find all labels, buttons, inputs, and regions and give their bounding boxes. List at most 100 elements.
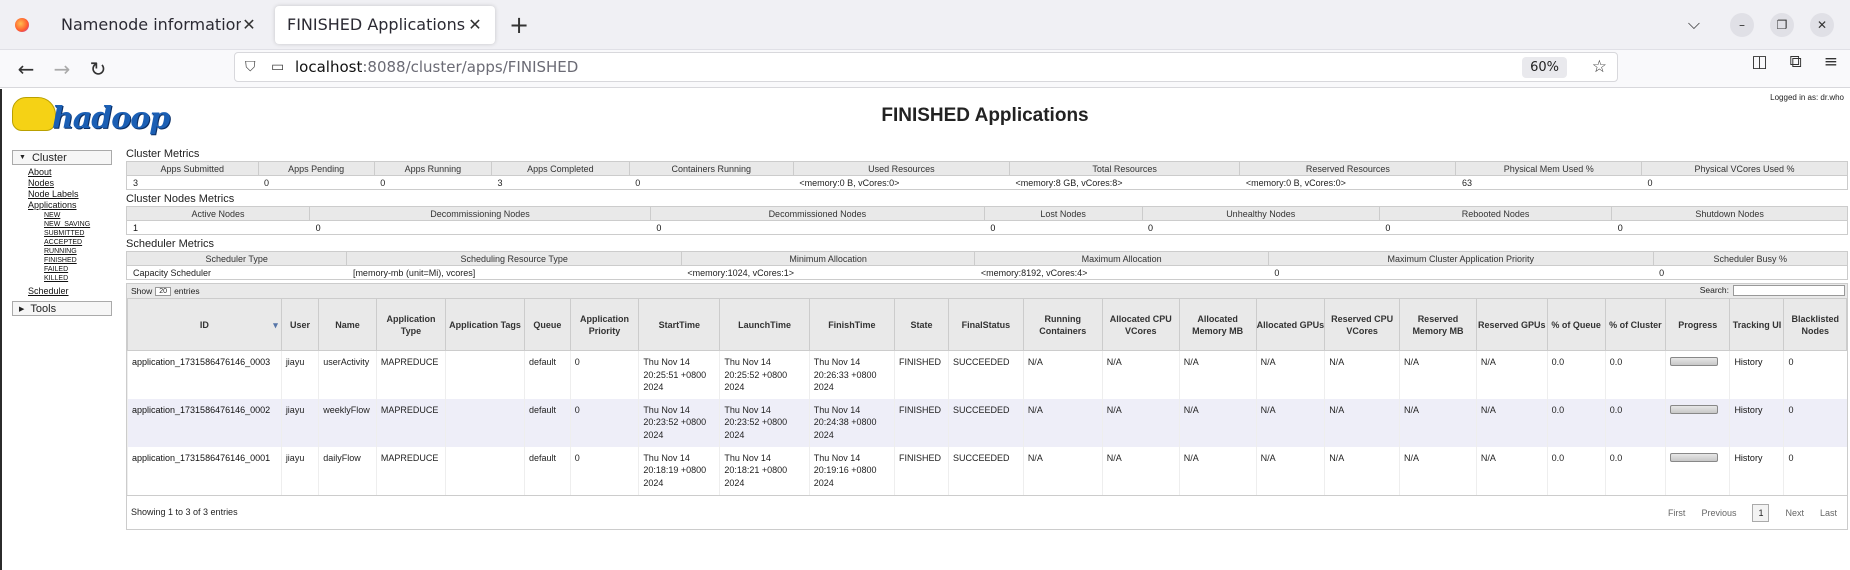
cell-queue: default: [524, 398, 571, 447]
app-id-link[interactable]: application_1731586476146_0002: [132, 405, 270, 415]
sidebar-link-accepted[interactable]: ACCEPTED: [44, 238, 112, 247]
lost-nodes-link[interactable]: 0: [990, 223, 995, 233]
pocket-icon[interactable]: ◫: [1752, 52, 1768, 72]
sidebar-link-node-labels[interactable]: Node Labels: [28, 189, 112, 200]
metric-header: Rebooted Nodes: [1378, 206, 1613, 221]
cell-final-status: SUCCEEDED: [948, 350, 1024, 399]
col-header-allocated-memory[interactable]: Allocated Memory MB: [1178, 298, 1257, 351]
cluster-section-header[interactable]: ▼ Cluster: [12, 150, 112, 165]
col-header-reserved-gpus[interactable]: Reserved GPUs: [1475, 298, 1548, 351]
rebooted-nodes-link[interactable]: 0: [1385, 223, 1390, 233]
metric-header: Unhealthy Nodes: [1141, 206, 1380, 221]
shield-icon[interactable]: ⛉: [245, 59, 261, 75]
history-link[interactable]: History: [1734, 405, 1762, 415]
new-tab-icon[interactable]: +: [509, 11, 529, 39]
metric-header: Decommissioning Nodes: [309, 206, 651, 221]
sidebar-link-about[interactable]: About: [28, 167, 112, 178]
col-header-final-status[interactable]: FinalStatus: [948, 298, 1024, 351]
cluster-links: About Nodes Node Labels Applications NEW…: [12, 167, 112, 297]
close-window-icon[interactable]: ✕: [1810, 13, 1834, 37]
sidebar-link-new-saving[interactable]: NEW_SAVING: [44, 220, 112, 229]
col-header-tracking-ui[interactable]: Tracking UI: [1729, 298, 1785, 351]
cluster-metrics-title: Cluster Metrics: [126, 148, 200, 160]
reload-icon[interactable]: ↻: [80, 57, 116, 81]
close-tab-icon[interactable]: ✕: [467, 15, 483, 34]
entries-select[interactable]: 20: [155, 286, 172, 296]
tab-namenode[interactable]: Namenode information ✕: [49, 6, 269, 44]
sidebar: ▼ Cluster About Nodes Node Labels Applic…: [12, 150, 112, 316]
cell-running: N/A: [1022, 398, 1103, 447]
triangle-down-icon: ▼: [19, 154, 26, 161]
unhealthy-nodes-link[interactable]: 0: [1148, 223, 1153, 233]
col-header-finish-time[interactable]: FinishTime: [808, 298, 895, 351]
pager-last[interactable]: Last: [1820, 508, 1837, 518]
active-nodes-link[interactable]: 1: [133, 223, 138, 233]
decommissioned-nodes-link[interactable]: 0: [656, 223, 661, 233]
col-header-allocated-cpu[interactable]: Allocated CPU VCores: [1101, 298, 1180, 351]
close-tab-icon[interactable]: ✕: [241, 15, 257, 34]
col-header-queue[interactable]: Queue: [524, 298, 571, 351]
col-header-reserved-cpu[interactable]: Reserved CPU VCores: [1324, 298, 1400, 351]
pager-previous[interactable]: Previous: [1701, 508, 1736, 518]
extensions-icon[interactable]: ⧉: [1790, 52, 1802, 72]
cell-running: N/A: [1022, 350, 1103, 399]
col-header-app-type[interactable]: Application Type: [375, 298, 447, 351]
sidebar-link-scheduler[interactable]: Scheduler: [28, 286, 112, 297]
tab-list-chevron-icon[interactable]: ⌵: [1688, 14, 1700, 34]
restore-icon[interactable]: ❐: [1770, 13, 1794, 37]
sidebar-link-nodes[interactable]: Nodes: [28, 178, 112, 189]
pager-current-page[interactable]: 1: [1752, 503, 1770, 522]
forward-icon[interactable]: →: [44, 57, 80, 81]
sidebar-link-failed[interactable]: FAILED: [44, 265, 112, 274]
page: hadoop FINISHED Applications Logged in a…: [0, 89, 1850, 570]
col-header-allocated-gpus[interactable]: Allocated GPUs: [1255, 298, 1326, 351]
zoom-level[interactable]: 60%: [1522, 57, 1567, 78]
col-header-launch-time[interactable]: LaunchTime: [719, 298, 810, 351]
col-header-running-containers[interactable]: Running Containers: [1022, 298, 1103, 351]
col-header-app-tags[interactable]: Application Tags: [445, 298, 526, 351]
pager-first[interactable]: First: [1668, 508, 1686, 518]
sidebar-link-running[interactable]: RUNNING: [44, 247, 112, 256]
col-header-start-time[interactable]: StartTime: [638, 298, 721, 351]
col-header-id[interactable]: ID: [127, 298, 282, 351]
app-id-link[interactable]: application_1731586476146_0003: [132, 357, 270, 367]
history-link[interactable]: History: [1734, 453, 1762, 463]
col-header-state[interactable]: State: [893, 298, 950, 351]
shutdown-nodes-link[interactable]: 0: [1618, 223, 1623, 233]
cell-alloc-cpu: N/A: [1101, 398, 1180, 447]
col-header-user[interactable]: User: [280, 298, 320, 351]
back-icon[interactable]: ←: [8, 57, 44, 81]
url-bar[interactable]: ⛉ ▭ localhost:8088/cluster/apps/FINISHED…: [234, 52, 1618, 82]
col-header-blacklisted-nodes[interactable]: Blacklisted Nodes: [1783, 298, 1847, 351]
sidebar-link-submitted[interactable]: SUBMITTED: [44, 229, 112, 238]
sidebar-link-finished[interactable]: FINISHED: [44, 256, 112, 265]
sidebar-link-new[interactable]: NEW: [44, 211, 112, 220]
sidebar-link-applications[interactable]: Applications: [28, 200, 112, 211]
firefox-icon: [15, 17, 29, 32]
tools-section-header[interactable]: ▶ Tools: [12, 301, 112, 316]
page-info-icon[interactable]: ▭: [271, 59, 287, 75]
metric-header: Physical VCores Used %: [1640, 161, 1849, 176]
col-header-name[interactable]: Name: [318, 298, 377, 351]
col-header-progress[interactable]: Progress: [1665, 298, 1731, 351]
history-link[interactable]: History: [1734, 357, 1762, 367]
app-id-link[interactable]: application_1731586476146_0001: [132, 453, 270, 463]
col-header-priority[interactable]: Application Priority: [569, 298, 640, 351]
col-header-reserved-memory[interactable]: Reserved Memory MB: [1399, 298, 1477, 351]
search-input[interactable]: [1733, 285, 1845, 296]
menu-icon[interactable]: ≡: [1824, 52, 1838, 72]
cell-pct-queue: 0.0: [1546, 446, 1606, 495]
sidebar-link-killed[interactable]: KILLED: [44, 274, 112, 283]
tab-finished-apps[interactable]: FINISHED Applications ✕: [275, 5, 495, 44]
metric-value: <memory:0 B, vCores:0>: [1239, 175, 1456, 190]
minimize-icon[interactable]: –: [1730, 13, 1754, 37]
bookmark-star-icon[interactable]: ☆: [1592, 57, 1607, 77]
metric-header: Maximum Cluster Application Priority: [1267, 251, 1654, 266]
decommissioning-nodes-link[interactable]: 0: [316, 223, 321, 233]
metric-header: Scheduler Type: [125, 251, 348, 266]
col-header-pct-cluster[interactable]: % of Cluster: [1604, 298, 1667, 351]
col-header-pct-queue[interactable]: % of Queue: [1546, 298, 1606, 351]
scheduler-metrics-table: Scheduler Type Scheduling Resource Type …: [125, 251, 1849, 280]
browser-tab-bar: Namenode information ✕ FINISHED Applicat…: [0, 0, 1850, 50]
pager-next[interactable]: Next: [1785, 508, 1804, 518]
